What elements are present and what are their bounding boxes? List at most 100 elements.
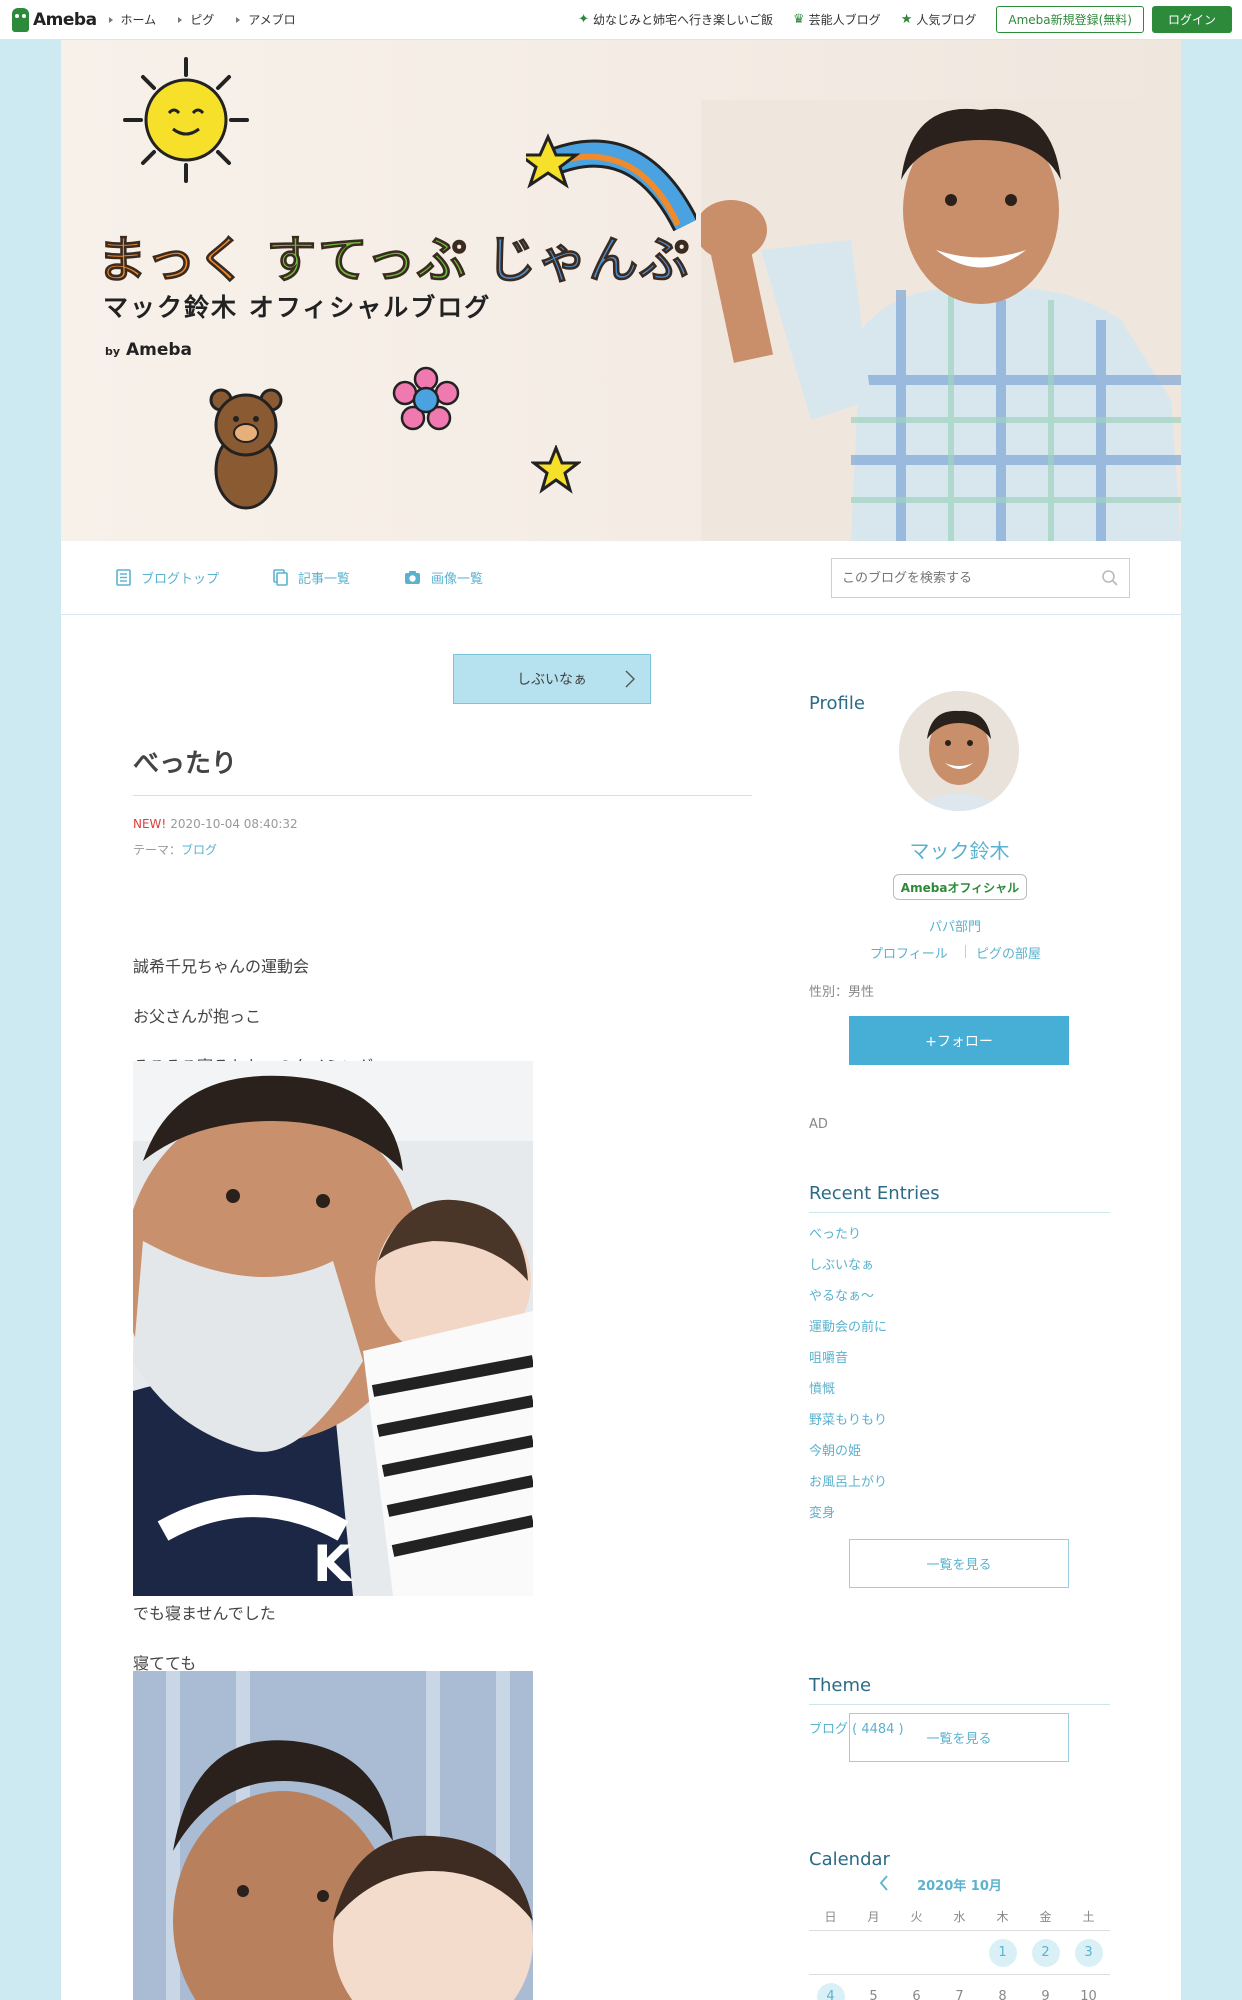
calendar-nav: 2020年 10月 [809, 1875, 1110, 1894]
recent-entries-heading: Recent Entries [809, 1183, 940, 1204]
login-button[interactable]: ログイン [1151, 6, 1232, 33]
calendar-day[interactable]: 1 [981, 1931, 1024, 1974]
flower-illustration [392, 366, 460, 431]
calendar-day: 8 [998, 1989, 1007, 2000]
calendar-day[interactable]: 2 [1024, 1931, 1067, 1974]
latest-entry-link[interactable]: ✦ 幼なじみと姉宅へ行き楽しいご飯 [578, 11, 773, 28]
recent-entry-link[interactable]: お風呂上がり [809, 1471, 887, 1502]
chevron-left-icon[interactable] [879, 1875, 889, 1891]
global-nav: ホーム ピグ アメブロ [109, 11, 318, 28]
recent-entry-link[interactable]: 野菜もりもり [809, 1409, 887, 1440]
blog-nav: ブログトップ 記事一覧 画像一覧 [61, 541, 1181, 615]
bear-illustration [209, 388, 283, 510]
theme-heading: Theme [809, 1675, 872, 1696]
ameba-logo-text: Ameba [33, 9, 97, 30]
pigg-room-link[interactable]: ピグの部屋 [976, 943, 1041, 962]
weekday: 金 [1039, 1909, 1052, 1924]
celebrity-blog-link[interactable]: ♛ 芸能人ブログ [793, 11, 881, 28]
blog-subtitle: マック鈴木 オフィシャルブログ [103, 293, 492, 322]
profile-name[interactable]: マック鈴木 [809, 835, 1110, 864]
blog-byline: by Ameba [105, 340, 192, 360]
document-icon [116, 569, 131, 586]
ad-label: AD [809, 1117, 828, 1132]
recent-entry-link[interactable]: 変身 [809, 1502, 887, 1533]
popular-blog-label: 人気ブログ [916, 13, 977, 27]
follow-button[interactable]: +フォロー [849, 1016, 1069, 1065]
avatar-image [899, 691, 1019, 811]
calendar-day [809, 1931, 852, 1974]
shooting-star-illustration [526, 133, 696, 232]
calendar-day: 5 [869, 1989, 878, 2000]
theme-label: テーマ： [133, 843, 182, 857]
calendar-day[interactable]: 4 [809, 1975, 852, 2000]
sparkle-icon: ✦ [578, 12, 589, 27]
heading-divider [809, 1704, 1110, 1705]
entry-photo-image [133, 1671, 533, 2000]
recent-more-button[interactable]: 一覧を見る [849, 1539, 1069, 1588]
calendar-day [895, 1931, 938, 1974]
recent-entry-link[interactable]: やるなぁ〜 [809, 1285, 887, 1316]
register-button[interactable]: Ameba新規登録(無料) [996, 6, 1144, 33]
byline-brand: Ameba [125, 340, 193, 360]
day-with-entry[interactable]: 1 [988, 1938, 1017, 1967]
recent-entry-link[interactable]: 憤慨 [809, 1378, 887, 1409]
blogger-photo [701, 100, 1181, 541]
calendar-day[interactable]: 3 [1067, 1931, 1110, 1974]
next-entry-label: しぶいなぁ [517, 672, 587, 688]
latest-entry-label: 幼なじみと姉宅へ行き楽しいご飯 [593, 13, 774, 27]
official-badge: Amebaオフィシャル [893, 874, 1027, 900]
theme-more-button[interactable]: 一覧を見る [849, 1713, 1069, 1762]
nav-entry-list[interactable]: 記事一覧 [273, 568, 350, 587]
entry-photo-image: K [133, 1061, 533, 1596]
category-link[interactable]: パパ部門 [929, 916, 981, 935]
recent-entry-link[interactable]: 運動会の前に [809, 1316, 887, 1347]
title-part-c: じゃんぷ [486, 231, 691, 290]
calendar-day: 9 [1041, 1989, 1050, 2000]
calendar-day: 7 [955, 1989, 964, 2000]
profile-avatar[interactable] [899, 691, 1019, 811]
recent-entry-link[interactable]: しぶいなぁ [809, 1254, 887, 1285]
nav-pigg[interactable]: ピグ [178, 11, 214, 28]
theme-link[interactable]: ブログ [181, 843, 217, 857]
camera-icon [405, 571, 421, 584]
global-header: Ameba ホーム ピグ アメブロ ✦ 幼なじみと姉宅へ行き楽しいご飯 ♛ 芸能人ブ… [0, 0, 1242, 40]
profile-gender: 性別：男性 [809, 985, 875, 1000]
weekday: 日 [824, 1909, 837, 1924]
recent-entry-link[interactable]: べったり [809, 1223, 887, 1254]
crown-icon: ♛ [793, 12, 805, 27]
day-with-entry[interactable]: 3 [1074, 1938, 1103, 1967]
search-input[interactable] [842, 570, 1092, 586]
entry-paragraph: でも寝ませんでした [133, 1604, 276, 1623]
link-separator [965, 945, 966, 958]
heading-divider [809, 1212, 1110, 1213]
title-part-a: まっく [97, 231, 248, 290]
day-with-entry[interactable]: 4 [816, 1982, 845, 2000]
byline-by: by [105, 345, 121, 358]
entry-photo[interactable] [133, 1671, 533, 2000]
entry-title[interactable]: べったり [133, 743, 237, 780]
recent-entry-link[interactable]: 今朝の姫 [809, 1440, 887, 1471]
popular-blog-link[interactable]: ★ 人気ブログ [901, 11, 977, 28]
ameba-logo-icon [12, 7, 29, 32]
ameba-logo[interactable]: Ameba [12, 7, 97, 32]
weekday: 水 [953, 1909, 966, 1924]
next-entry-button[interactable]: しぶいなぁ [453, 654, 651, 704]
nav-image-list-label: 画像一覧 [431, 572, 484, 587]
nav-blog-top[interactable]: ブログトップ [116, 568, 219, 587]
entry-photo[interactable]: K [133, 1061, 533, 1596]
blog-header-banner[interactable]: まっく すてっぷ じゃんぷ マック鈴木 オフィシャルブログ by Ameba [61, 40, 1181, 541]
calendar-week: 1 2 3 [809, 1931, 1110, 1974]
profile-link[interactable]: プロフィール [870, 943, 948, 962]
celebrity-blog-label: 芸能人ブログ [808, 13, 881, 27]
nav-home[interactable]: ホーム [109, 11, 157, 28]
title-part-b: すてっぷ [266, 231, 468, 290]
recent-entry-link[interactable]: 咀嚼音 [809, 1347, 887, 1378]
calendar-month: 2020年 10月 [917, 1879, 1002, 1894]
search-icon[interactable] [1101, 569, 1119, 587]
nav-ameblo[interactable]: アメブロ [236, 11, 295, 28]
profile-heading: Profile [809, 693, 865, 714]
day-with-entry[interactable]: 2 [1031, 1938, 1060, 1967]
entry-date: NEW! 2020-10-04 08:40:32 [133, 817, 298, 831]
nav-image-list[interactable]: 画像一覧 [404, 568, 483, 587]
weekday: 火 [910, 1909, 923, 1924]
